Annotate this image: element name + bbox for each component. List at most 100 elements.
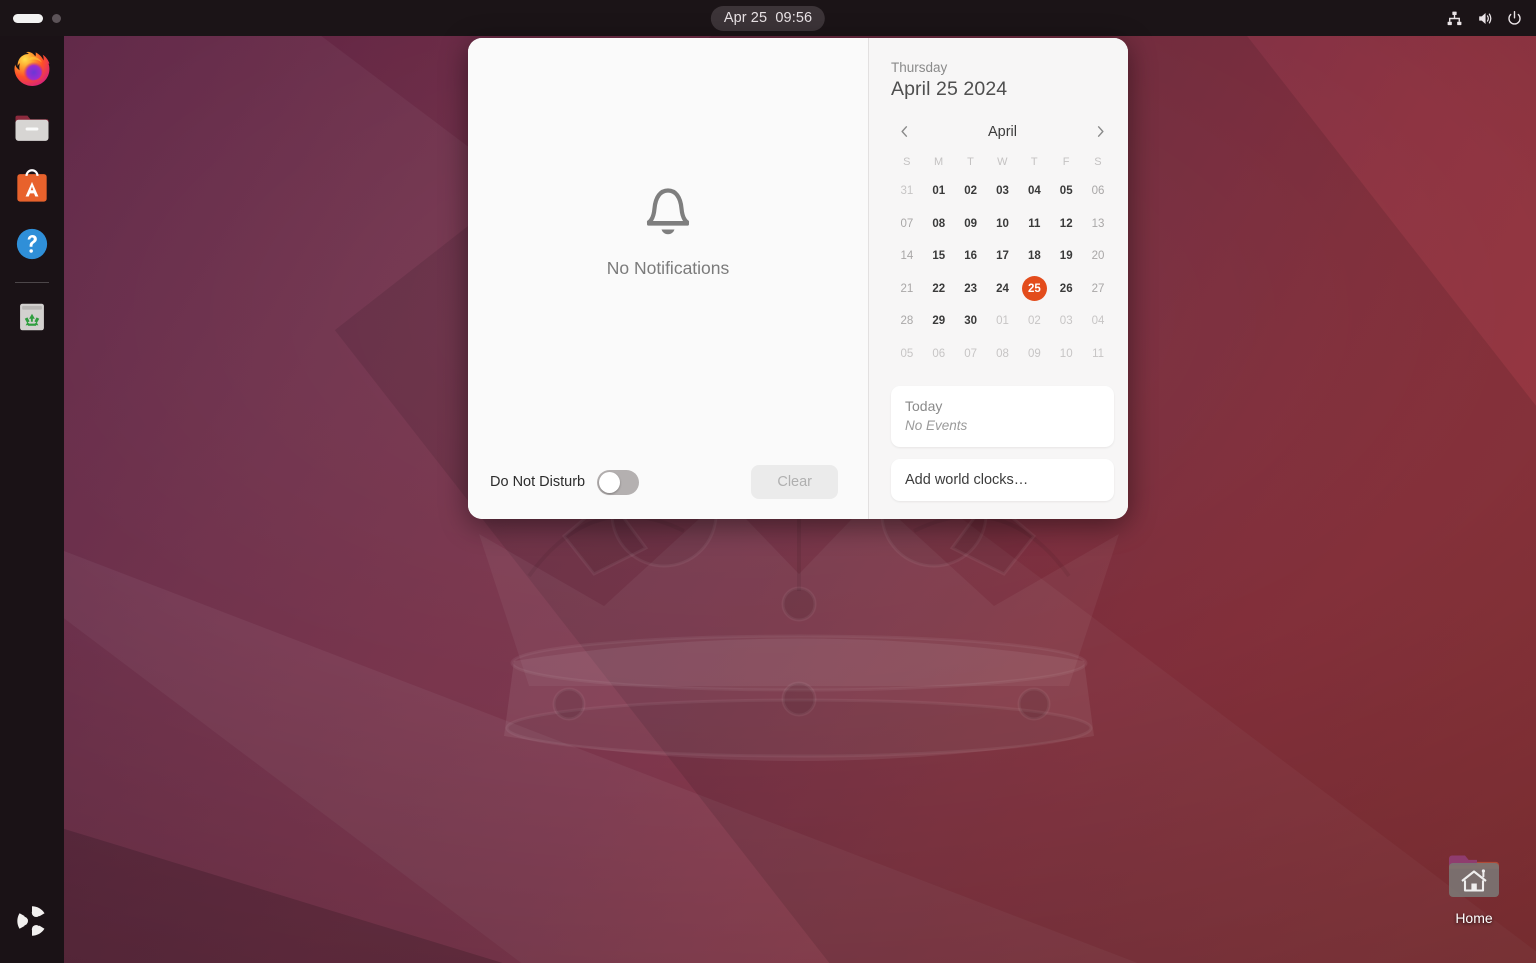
desktop-icon-home[interactable]: Home (1432, 852, 1516, 926)
events-title: Today (905, 397, 943, 414)
calendar-day-number: 04 (1027, 185, 1041, 198)
calendar-day-number: 17 (996, 250, 1009, 263)
calendar-day-number: 16 (964, 250, 978, 263)
system-tray (1446, 10, 1523, 27)
clear-notifications-button[interactable]: Clear (751, 465, 838, 499)
files-folder-icon (10, 106, 54, 150)
dock-item-firefox[interactable] (8, 46, 56, 94)
calendar-day[interactable]: 08 (923, 207, 955, 240)
calendar-day-number: 26 (1059, 282, 1073, 295)
previous-month-button[interactable] (893, 121, 915, 143)
wired-network-icon[interactable] (1446, 10, 1463, 27)
power-icon[interactable] (1506, 10, 1523, 27)
calendar-day-number: 31 (900, 185, 914, 198)
calendar-day[interactable]: 01 (923, 175, 955, 208)
calendar-day-number: 05 (900, 347, 914, 360)
do-not-disturb-toggle[interactable] (597, 469, 640, 495)
calendar-day[interactable]: 17 (987, 240, 1019, 273)
calendar-day[interactable]: 10 (987, 207, 1019, 240)
workspace-indicator-active[interactable] (13, 13, 43, 23)
toggle-knob (599, 471, 621, 493)
desktop-screen: Apr 25 09:56 Home No Notifications Do No… (0, 0, 1536, 963)
calendar-day-number: 02 (964, 185, 978, 198)
calendar-day[interactable]: 15 (923, 240, 955, 273)
calendar-day-number: 23 (964, 282, 978, 295)
calendar-day-number: 07 (964, 347, 978, 360)
calendar-day[interactable]: 11 (1082, 337, 1114, 370)
workspace-indicator-inactive[interactable] (52, 13, 61, 23)
add-world-clocks-button[interactable]: Add world clocks… (891, 458, 1114, 501)
events-card[interactable]: Today No Events (891, 385, 1114, 447)
calendar-day-number: 30 (964, 315, 978, 328)
calendar-day[interactable]: 07 (891, 207, 923, 240)
calendar-day[interactable]: 09 (1018, 337, 1050, 370)
calendar-day[interactable]: 05 (1050, 175, 1082, 208)
calendar-day-number: 19 (1059, 250, 1073, 263)
calendar-day[interactable]: 08 (987, 337, 1019, 370)
calendar-day[interactable]: 21 (891, 272, 923, 305)
calendar-day[interactable]: 04 (1018, 175, 1050, 208)
calendar-day[interactable]: 10 (1050, 337, 1082, 370)
calendar-day[interactable]: 14 (891, 240, 923, 273)
desktop-icon-label: Home (1455, 910, 1493, 926)
calendar-day-number: 03 (1059, 315, 1073, 328)
calendar-day[interactable]: 22 (923, 272, 955, 305)
calendar-day-number: 20 (1091, 250, 1105, 263)
calendar-day-number: 27 (1091, 282, 1105, 295)
calendar-day[interactable]: 01 (987, 305, 1019, 338)
calendar-day-number: 14 (900, 250, 914, 263)
calendar-day-number: 06 (932, 347, 946, 360)
help-question-icon (10, 222, 54, 266)
calendar-day-number: 03 (996, 185, 1009, 198)
calendar-day[interactable]: 05 (891, 337, 923, 370)
calendar-day-number: 11 (1028, 217, 1041, 230)
dock-item-files[interactable] (8, 104, 56, 152)
calendar-day[interactable]: 02 (955, 175, 987, 208)
calendar-day[interactable]: 27 (1082, 272, 1114, 305)
calendar-day[interactable]: 11 (1018, 207, 1050, 240)
calendar-day[interactable]: 03 (1050, 305, 1082, 338)
calendar-day[interactable]: 03 (987, 175, 1019, 208)
dock-item-ubuntu-software[interactable] (8, 162, 56, 210)
calendar-weekday-header: M (934, 155, 944, 168)
do-not-disturb-label: Do Not Disturb (490, 474, 586, 490)
calendar-day[interactable]: 02 (1018, 305, 1050, 338)
calendar-day[interactable]: 18 (1018, 240, 1050, 273)
calendar-day[interactable]: 12 (1050, 207, 1082, 240)
calendar-day-number: 09 (964, 217, 978, 230)
next-month-button[interactable] (1090, 121, 1112, 143)
calendar-day-number: 24 (996, 282, 1009, 295)
calendar-day-number: 09 (1027, 347, 1041, 360)
calendar-day[interactable]: 30 (955, 305, 987, 338)
calendar-day-selected[interactable]: 25 (1018, 272, 1050, 305)
workspace-indicator[interactable] (13, 13, 61, 23)
calendar-weekday-header: S (903, 155, 911, 168)
calendar-day[interactable]: 04 (1082, 305, 1114, 338)
calendar-day[interactable]: 16 (955, 240, 987, 273)
home-folder-icon (1443, 852, 1505, 904)
calendar-day[interactable]: 31 (891, 175, 923, 208)
show-applications-button[interactable] (8, 897, 56, 945)
calendar-day-number: 10 (996, 217, 1009, 230)
calendar-day[interactable]: 26 (1050, 272, 1082, 305)
calendar-weekday-header: S (1094, 155, 1102, 168)
volume-icon[interactable] (1476, 10, 1493, 27)
calendar-day[interactable]: 09 (955, 207, 987, 240)
dock-item-trash[interactable] (8, 293, 56, 341)
dock-item-help[interactable] (8, 220, 56, 268)
calendar-day[interactable]: 07 (955, 337, 987, 370)
calendar-day[interactable]: 29 (923, 305, 955, 338)
add-world-clocks-label: Add world clocks… (905, 471, 1029, 488)
calendar-day[interactable]: 28 (891, 305, 923, 338)
calendar-day[interactable]: 20 (1082, 240, 1114, 273)
calendar-day[interactable]: 23 (955, 272, 987, 305)
calendar-day[interactable]: 06 (1082, 175, 1114, 208)
clock-button[interactable]: Apr 25 09:56 (710, 5, 826, 31)
calendar-day-number: 07 (900, 217, 914, 230)
events-empty-label: No Events (905, 417, 968, 433)
calendar-day[interactable]: 13 (1082, 207, 1114, 240)
calendar-day-number: 22 (932, 282, 946, 295)
calendar-day[interactable]: 19 (1050, 240, 1082, 273)
calendar-day[interactable]: 06 (923, 337, 955, 370)
calendar-day[interactable]: 24 (987, 272, 1019, 305)
